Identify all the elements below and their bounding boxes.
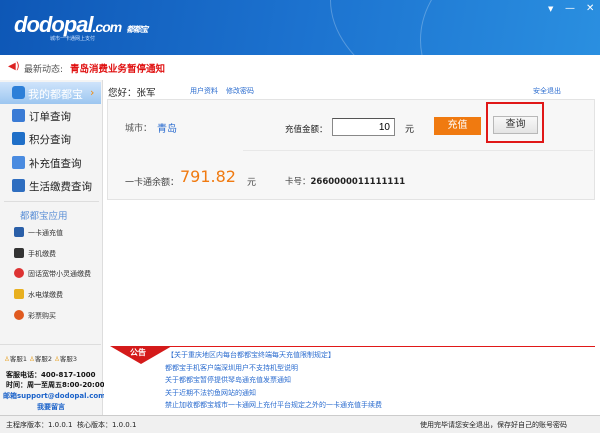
announce-item[interactable]: 关于都都宝暂停提供琴岛通充值发票通知	[165, 375, 291, 385]
balance-unit: 元	[247, 178, 257, 188]
sidebar-title: 我的都都宝	[28, 88, 83, 101]
app-label: 固话宽带小灵通缴费	[28, 270, 91, 278]
recharge-button[interactable]: 充值	[434, 117, 481, 135]
sidebar-item-bills[interactable]: 生活缴费查询	[12, 179, 92, 194]
announce-item[interactable]: 禁止加收都都宝城市一卡通网上充付平台规定之外的一卡通充值手续费	[165, 400, 382, 410]
city-value[interactable]: 青岛	[157, 120, 177, 135]
sidebar-item-points[interactable]: 积分查询	[12, 132, 71, 147]
divider	[243, 150, 593, 151]
greeting: 您好：张军	[108, 88, 156, 99]
menu-label: 补充值查询	[29, 158, 82, 170]
sidebar-item-my-dodopal[interactable]: 我的都都宝 ›	[0, 82, 101, 104]
sidebar-item-orders[interactable]: 订单查询	[12, 109, 71, 124]
card-icon	[14, 227, 24, 237]
service-label: 客服2	[34, 355, 53, 363]
app-label: 一卡通充值	[28, 229, 63, 237]
service-label: 客服1	[9, 355, 27, 363]
balance-value: 791.82	[180, 167, 236, 186]
app-label: 水电煤缴费	[28, 291, 63, 299]
announce-item[interactable]: 关于近期不法钓鱼网站的通知	[165, 388, 256, 398]
menu-label: 订单查询	[29, 111, 71, 123]
service-email[interactable]: 邮箱support@dodopal.com	[3, 391, 105, 401]
sidebar: 我的都都宝 › 订单查询 积分查询 补充值查询 生活缴费查询 都都宝应用 一卡通…	[0, 80, 105, 415]
amount-input[interactable]	[332, 118, 395, 136]
apps-title: 都都宝应用	[20, 211, 68, 222]
safety-tip: 使用完毕请您安全退出，保存好自己的账号密码	[420, 421, 567, 429]
slogan: 城市一卡通网上支付	[50, 36, 96, 42]
app-label: 手机缴费	[28, 250, 56, 258]
user-profile-link[interactable]: 用户资料	[190, 86, 218, 96]
phone-icon	[14, 248, 24, 258]
service-2[interactable]: ♙客服2	[29, 355, 52, 363]
card-number: 卡号：2660000011111111	[285, 175, 405, 187]
balance-label: 一卡通余额：	[125, 178, 180, 188]
news-bar: ◀) 最新动态: 青岛消费业务暂停通知	[0, 55, 600, 79]
menu-label: 生活缴费查询	[29, 181, 92, 193]
version-text: 主程序版本：1.0.0.1 核心版本：1.0.0.1	[6, 421, 137, 429]
amount-unit: 元	[405, 125, 415, 135]
order-icon	[12, 109, 25, 122]
announce-item[interactable]: 【关于重庆地区内每台都都宝终端每天充值限制规定】	[167, 350, 335, 360]
service-label: 客服3	[59, 355, 78, 363]
app-lottery[interactable]: 彩票购买	[14, 310, 56, 321]
chevron-right-icon: ›	[90, 86, 95, 99]
service-hours: 时间：周一至周五8:00-20:00	[6, 381, 105, 389]
service-1[interactable]: ♙客服1	[4, 355, 27, 363]
news-label: 最新动态:	[24, 65, 64, 75]
lottery-icon	[14, 310, 24, 320]
amount-label: 充值金额：	[285, 125, 328, 135]
divider	[4, 201, 99, 202]
user-icon	[12, 86, 25, 99]
leave-message-link[interactable]: 我要留言	[37, 402, 65, 412]
bills-icon	[12, 179, 25, 192]
points-icon	[12, 132, 25, 145]
service-row: ♙客服1 ♙客服2 ♙客服3	[4, 353, 77, 363]
app-card-recharge[interactable]: 一卡通充值	[14, 227, 63, 238]
menu-label: 积分查询	[29, 134, 71, 146]
announce-item[interactable]: 都都宝手机客户端深圳用户不支持机型说明	[165, 363, 298, 373]
query-button[interactable]: 查询	[493, 116, 538, 134]
app-label: 彩票购买	[28, 312, 56, 320]
menu-dropdown-icon[interactable]: ▼	[548, 5, 553, 13]
app-landline[interactable]: 固话宽带小灵通缴费	[14, 268, 91, 279]
service-phone: 客服电话：400-817-1000	[6, 371, 96, 379]
status-bar: 主程序版本：1.0.0.1 核心版本：1.0.0.1 使用完毕请您安全退出，保存…	[0, 415, 600, 433]
close-button[interactable]: ✕	[586, 3, 594, 14]
divider	[0, 344, 101, 345]
card-value: 2660000011111111	[310, 177, 406, 187]
announce-tag: 公告	[130, 348, 146, 357]
city-label: 城市：	[125, 124, 153, 134]
app-utilities[interactable]: 水电煤缴费	[14, 289, 63, 300]
change-password-link[interactable]: 修改密码	[226, 86, 254, 96]
announce-line	[112, 346, 595, 347]
card-label: 卡号：	[285, 177, 311, 187]
service-3[interactable]: ♙客服3	[54, 355, 77, 363]
telephone-icon	[14, 268, 24, 278]
download-icon	[12, 156, 25, 169]
sidebar-item-refill[interactable]: 补充值查询	[12, 156, 82, 171]
utilities-icon	[14, 289, 24, 299]
speaker-icon: ◀)	[8, 61, 20, 72]
minimize-button[interactable]: —	[565, 3, 575, 14]
logout-link[interactable]: 安全退出	[533, 86, 561, 96]
app-mobile[interactable]: 手机缴费	[14, 248, 56, 259]
news-link[interactable]: 青岛消费业务暂停通知	[70, 61, 165, 75]
header: dodopal.com 都都宝 城市一卡通网上支付 ▼ — ✕	[0, 0, 600, 55]
